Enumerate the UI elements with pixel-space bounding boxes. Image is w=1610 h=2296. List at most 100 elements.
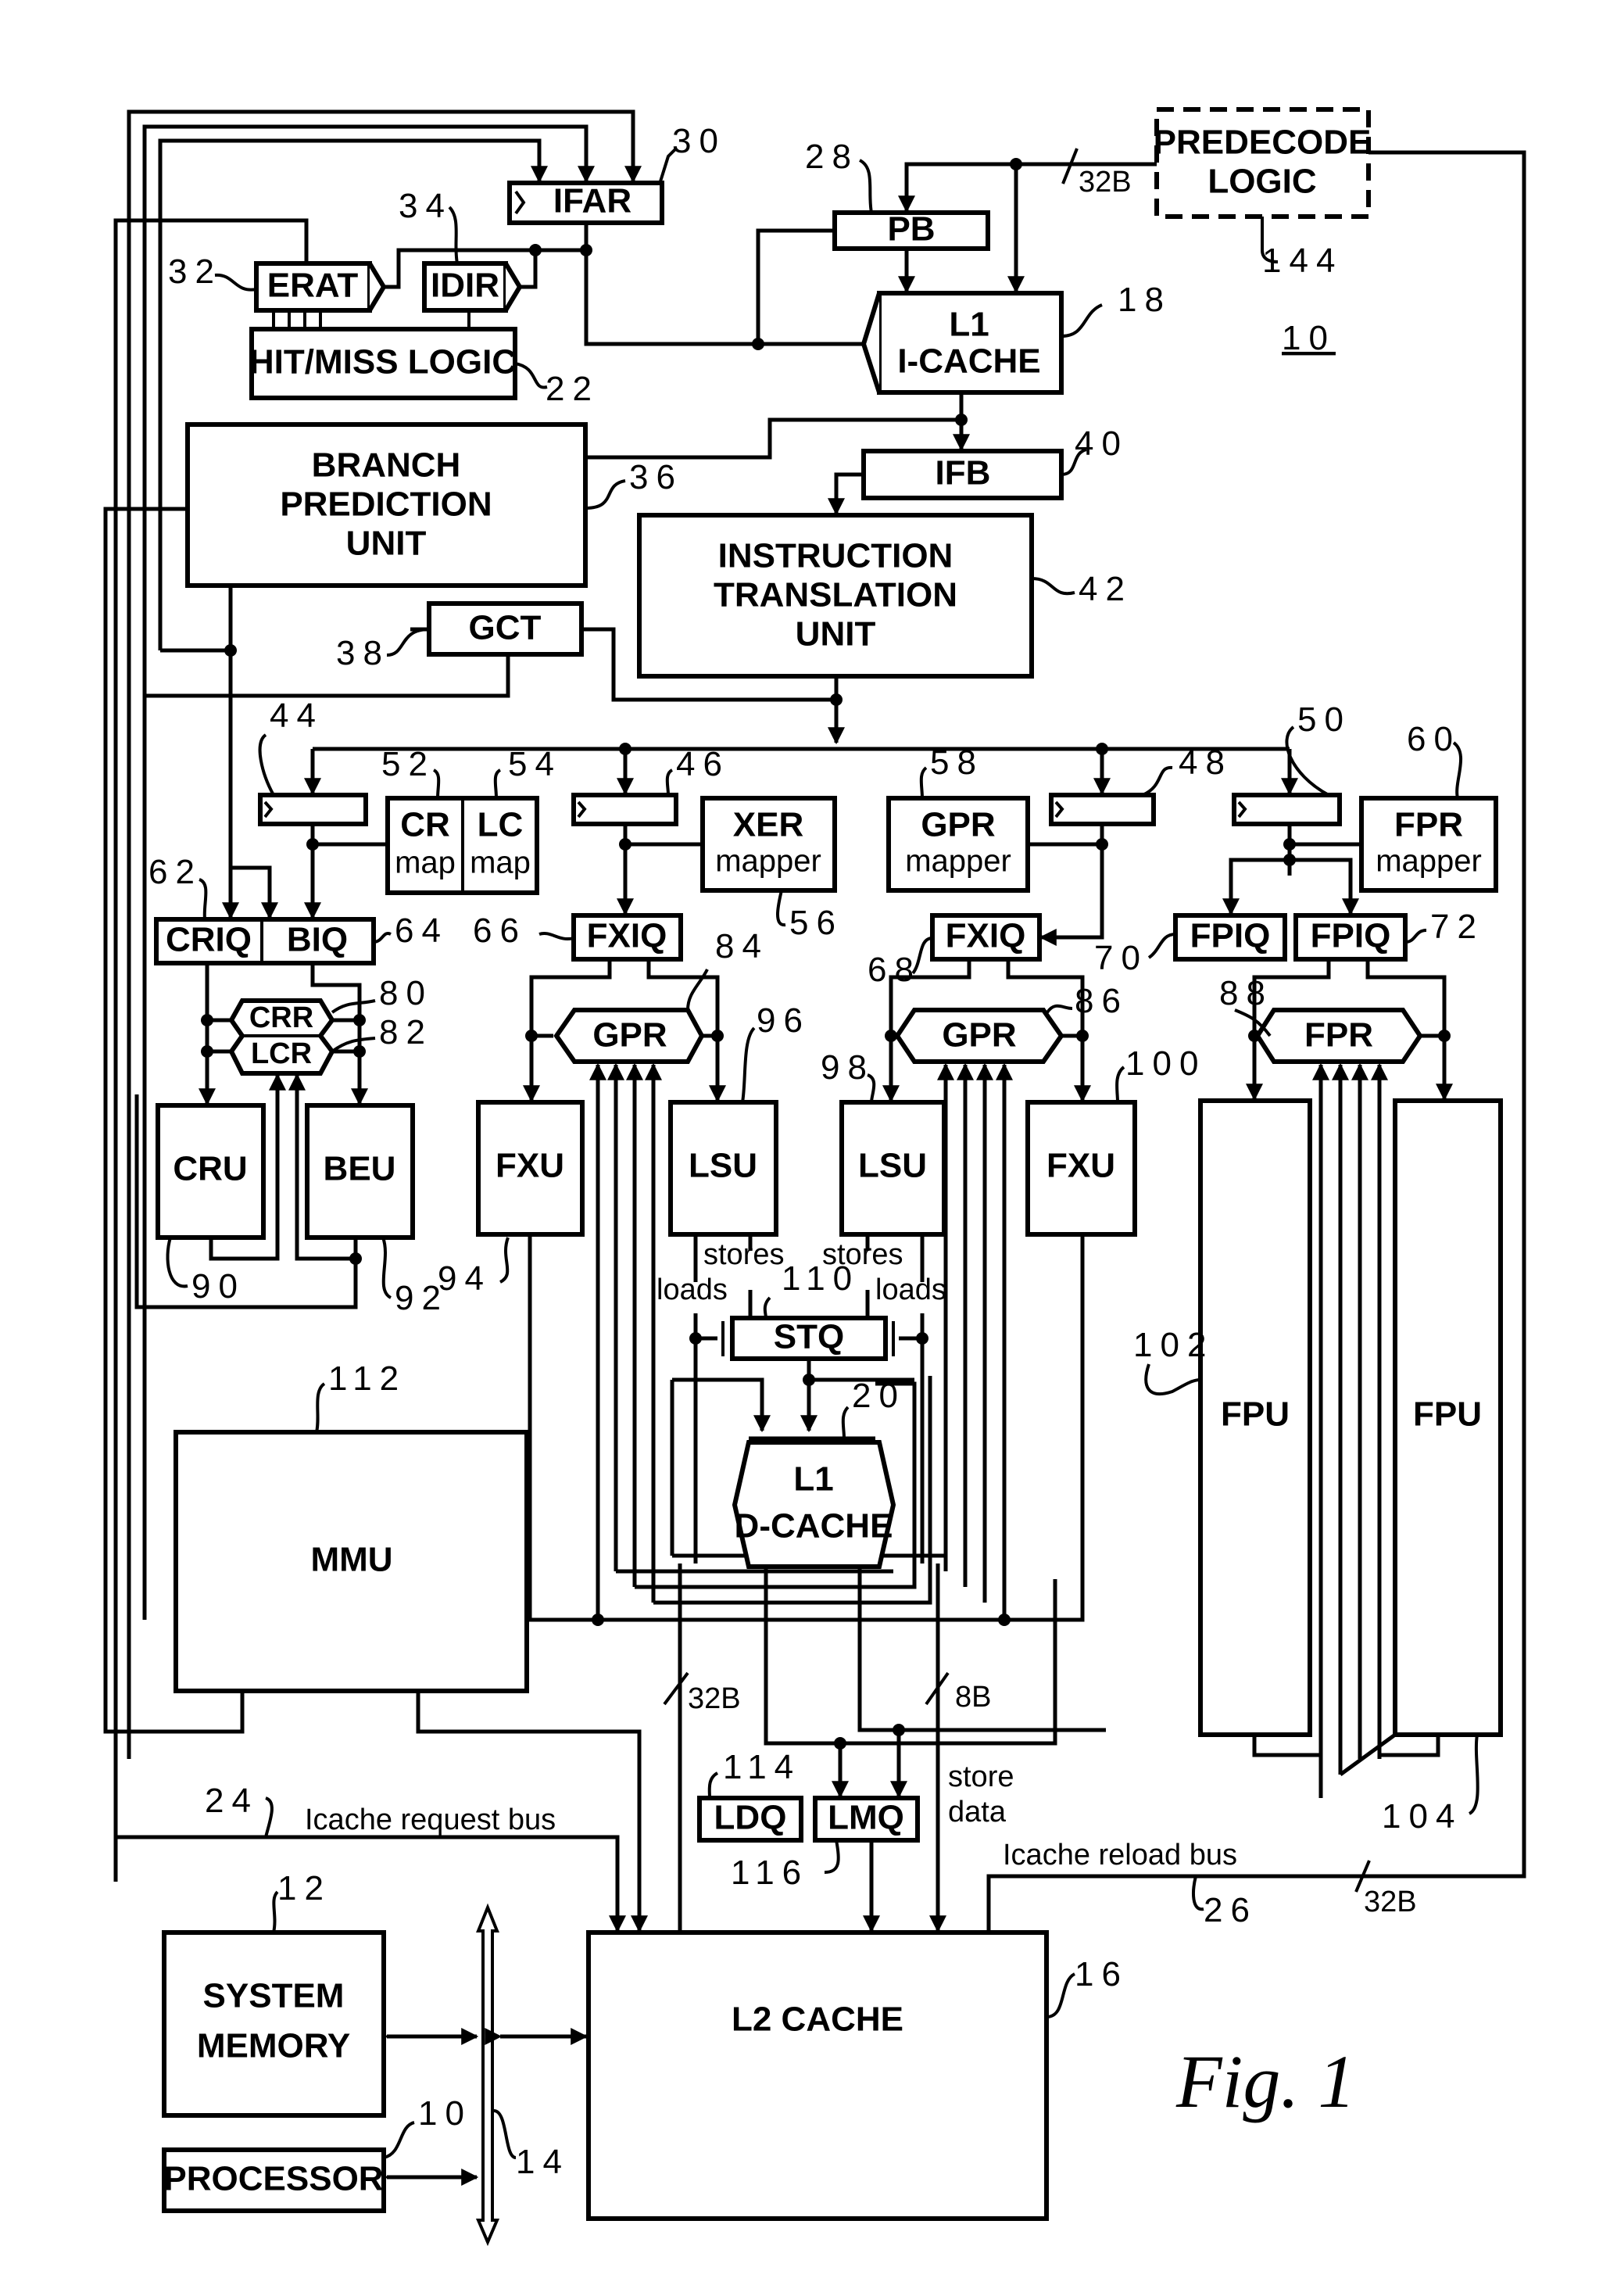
xer-label-1: XER (733, 806, 803, 844)
hitmiss-block: HIT/MISS LOGIC (249, 327, 517, 400)
system-memory-block: SYSTEM MEMORY (162, 1930, 386, 2118)
fxiq68-label: FXIQ (946, 917, 1026, 955)
fpr-88-block: FPR (1254, 1008, 1423, 1064)
ref-60: 60 (1407, 720, 1461, 758)
reload-width-label: 32B (1364, 1886, 1417, 1918)
ref-90: 90 (191, 1267, 245, 1306)
ldq-block: LDQ (697, 1796, 803, 1843)
lsu98-label: LSU (858, 1147, 927, 1185)
xer-label-2: mapper (715, 844, 821, 879)
fpiq72-label: FPIQ (1311, 917, 1391, 955)
gprmapper-label-2: mapper (905, 844, 1011, 879)
beu-block: BEU (305, 1103, 415, 1240)
l2-cache-block: L2 CACHE (586, 1930, 1049, 2221)
gpr-84-block: GPR (553, 1008, 705, 1064)
mmu-label: MMU (310, 1541, 392, 1579)
store-data-label-2: data (948, 1796, 1007, 1829)
ref-46: 46 (676, 745, 730, 783)
predecode-block: PREDECODE LOGIC (1154, 107, 1371, 219)
ref-44: 44 (270, 697, 324, 735)
l2-label: L2 CACHE (732, 2000, 903, 2039)
bpu-block: BRANCH PREDICTION UNIT (185, 422, 588, 588)
fpiq-70-block: FPIQ (1173, 913, 1287, 962)
ref-116: 116 (731, 1854, 809, 1892)
ref-88: 88 (1219, 974, 1273, 1012)
predecode-label-2: LOGIC (1208, 163, 1316, 201)
itu-block: INSTRUCTION TRANSLATION UNIT (637, 513, 1034, 679)
ref-48: 48 (1179, 743, 1233, 782)
ref-114: 114 (723, 1748, 801, 1786)
pb-block: PB (832, 210, 990, 251)
stores-left-label: stores (703, 1238, 784, 1271)
ref-64: 64 (395, 912, 449, 950)
ref-22: 22 (546, 370, 599, 408)
fxiq-66-block: FXIQ (571, 913, 683, 962)
idir-block: IDIR (422, 261, 523, 313)
lmq-label: LMQ (828, 1799, 904, 1837)
lcmap-label-1: LC (478, 806, 524, 844)
fpu-102-block: FPU (1198, 1098, 1312, 1737)
icache-label-2: I-CACHE (897, 342, 1040, 381)
ref-24: 24 (205, 1782, 259, 1820)
ref-30: 30 (672, 122, 726, 160)
hitmiss-label: HIT/MISS LOGIC (249, 343, 517, 381)
fpu104-label: FPU (1413, 1395, 1482, 1434)
fprmapper-label-1: FPR (1394, 806, 1463, 844)
sysmem-label-2: MEMORY (197, 2027, 350, 2065)
icache-request-bus-label: Icache request bus (305, 1803, 556, 1836)
fxiq66-label: FXIQ (587, 917, 667, 955)
ref-72: 72 (1430, 908, 1484, 946)
fxu100-label: FXU (1046, 1147, 1115, 1185)
ref-36: 36 (629, 458, 683, 496)
store-data-label-1: store (948, 1761, 1014, 1793)
loads-right-label: loads (875, 1273, 946, 1306)
fxu94-label: FXU (496, 1147, 564, 1185)
ref-58: 58 (930, 743, 984, 782)
latch-46 (571, 793, 678, 826)
figure-caption: Fig. 1 (1175, 2040, 1355, 2123)
ref-14: 14 (516, 2143, 570, 2181)
erat-label: ERAT (267, 267, 359, 305)
ref-42: 42 (1079, 570, 1132, 608)
fpr88-label: FPR (1304, 1016, 1373, 1055)
ifb-label: IFB (936, 454, 991, 493)
crmap-label-1: CR (400, 806, 450, 844)
latch-48 (1049, 793, 1156, 826)
cr-lc-map-block: CR map LC map (385, 796, 539, 895)
ref-52: 52 (381, 745, 435, 783)
ldq-label: LDQ (714, 1799, 787, 1837)
gpr-86-block: GPR (894, 1008, 1064, 1064)
ref-104: 104 (1382, 1797, 1462, 1836)
gprmapper-label-1: GPR (921, 806, 995, 844)
ref-12: 12 (277, 1869, 331, 1907)
ref-94: 94 (438, 1259, 492, 1298)
icache-label-1: L1 (949, 306, 989, 344)
fpiq-72-block: FPIQ (1293, 913, 1408, 962)
itu-label-3: UNIT (796, 615, 876, 654)
ref-processor-10: 10 (418, 2094, 472, 2133)
beu-label: BEU (324, 1150, 396, 1188)
bpu-label-2: PREDICTION (280, 485, 492, 524)
ref-96: 96 (757, 1001, 810, 1040)
dcache-label-1: L1 (793, 1460, 833, 1499)
predecode-width-label: 32B (1079, 166, 1132, 199)
dcache-label-2: D-CACHE (735, 1507, 893, 1546)
crmap-label-2: map (395, 846, 456, 880)
cru-label: CRU (173, 1150, 247, 1188)
crr-label: CRR (249, 1001, 313, 1034)
lsu-98-block: LSU (839, 1100, 946, 1237)
xer-mapper-block: XER mapper (700, 796, 837, 893)
ref-38: 38 (336, 634, 390, 672)
biq-label: BIQ (287, 921, 348, 959)
fpu102-label: FPU (1221, 1395, 1290, 1434)
ref-50: 50 (1297, 700, 1351, 739)
ref-84: 84 (715, 927, 769, 965)
lmq-block: LMQ (813, 1796, 920, 1843)
ref-20: 20 (852, 1377, 906, 1415)
fpr-mapper-block: FPR mapper (1359, 796, 1498, 893)
ref-86: 86 (1075, 982, 1129, 1020)
ref-100: 100 (1125, 1044, 1206, 1083)
ref-34: 34 (399, 187, 453, 225)
lsu96-label: LSU (689, 1147, 757, 1185)
dcache-block: L1 D-CACHE (732, 1440, 896, 1569)
